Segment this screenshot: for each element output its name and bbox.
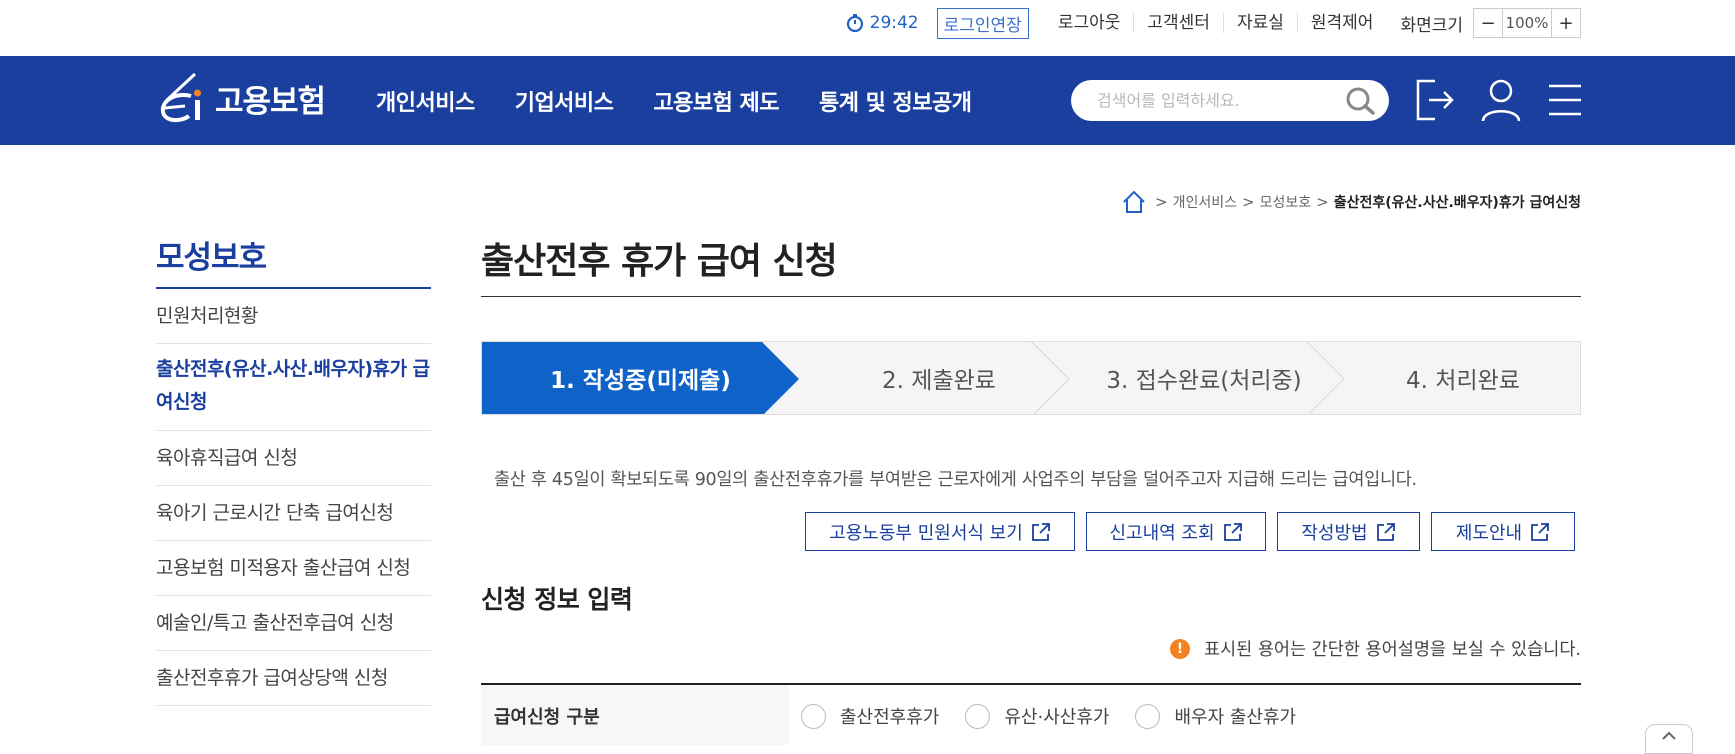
remote-control-link[interactable]: 원격제어 <box>1296 13 1387 33</box>
zoom-value: 100% <box>1502 9 1552 37</box>
chevron-up-icon <box>1662 731 1676 740</box>
hamburger-menu-icon[interactable] <box>1547 83 1583 117</box>
zoom-control: − 100% + <box>1473 8 1581 38</box>
external-link-icon <box>1031 522 1050 541</box>
ei-logo-icon <box>160 72 201 123</box>
sidebar-item-equivalent-benefit[interactable]: 출산전후휴가 급여상당액 신청 <box>156 651 431 706</box>
progress-steps: 1. 작성중(미제출) 2. 제출완료 3. 접수완료(처리중) 4. 처리완료 <box>481 341 1581 415</box>
utility-bar: 29:42 로그인연장 로그아웃 고객센터 자료실 원격제어 화면크기 − 10… <box>0 0 1735 56</box>
search-input[interactable] <box>1097 91 1337 110</box>
home-icon[interactable] <box>1122 190 1146 214</box>
sidebar-item-complaint-status[interactable]: 민원처리현황 <box>156 289 431 344</box>
radio-label: 출산전후휴가 <box>840 707 940 728</box>
radio-label: 배우자 출산휴가 <box>1174 707 1297 728</box>
benefit-type-label: 급여신청 구분 <box>481 685 789 745</box>
benefit-description: 출산 후 45일이 확보되도록 90일의 출산전후휴가를 부여받은 근로자에게 … <box>494 470 1417 490</box>
sidebar-item-parental-leave[interactable]: 육아휴직급여 신청 <box>156 431 431 486</box>
scroll-top-button[interactable] <box>1645 724 1693 754</box>
breadcrumb-current: 출산전후(유산.사산.배우자)휴가 급여신청 <box>1333 195 1581 211</box>
archive-link[interactable]: 자료실 <box>1222 13 1297 33</box>
system-guide-label: 제도안내 <box>1455 522 1523 544</box>
term-notice: ! 표시된 용어는 간단한 용어설명을 보실 수 있습니다. <box>1169 636 1581 661</box>
logout-link[interactable]: 로그아웃 <box>1045 13 1134 33</box>
sidebar-item-artist-maternity[interactable]: 예술인/특고 출산전후급여 신청 <box>156 596 431 651</box>
utility-links: 29:42 로그인연장 로그아웃 고객센터 자료실 원격제어 화면크기 − 10… <box>846 7 1581 39</box>
writing-guide-button[interactable]: 작성방법 <box>1277 512 1420 551</box>
benefit-type-radio-group: 출산전후휴가 유산·사산휴가 배우자 출산휴가 <box>801 703 1322 729</box>
external-link-icon <box>1223 522 1242 541</box>
zoom-out-button[interactable]: − <box>1474 9 1502 37</box>
writing-guide-label: 작성방법 <box>1301 522 1368 544</box>
report-history-label: 신고내역 조회 <box>1109 522 1215 544</box>
radio-button[interactable] <box>1135 703 1161 729</box>
radio-label: 유산·사산휴가 <box>1004 707 1110 728</box>
menu-business-services[interactable]: 기업서비스 <box>515 85 614 117</box>
step-3-received: 3. 접수완료(처리중) <box>1106 368 1302 394</box>
zoom-label: 화면크기 <box>1400 15 1463 36</box>
breadcrumb-separator: > <box>1242 193 1255 211</box>
radio-button[interactable] <box>801 703 826 729</box>
sidebar-item-uninsured-maternity[interactable]: 고용보험 미적용자 출산급여 신청 <box>156 541 431 596</box>
main-content: 출산전후 휴가 급여 신청 <box>481 232 1581 297</box>
report-history-button[interactable]: 신고내역 조회 <box>1086 512 1266 551</box>
customer-center-link[interactable]: 고객센터 <box>1133 13 1223 33</box>
extend-login-button[interactable]: 로그인연장 <box>936 7 1029 39</box>
system-guide-button[interactable]: 제도안내 <box>1431 512 1575 551</box>
main-navbar: 고용보험 개인서비스 기업서비스 고용보험 제도 통계 및 정보공개 <box>0 56 1735 145</box>
page-title: 출산전후 휴가 급여 신청 <box>481 232 1581 297</box>
external-link-icon <box>1531 522 1550 541</box>
view-form-label: 고용노동부 민원서식 보기 <box>829 522 1023 544</box>
sidebar-item-reduced-hours[interactable]: 육아기 근로시간 단축 급여신청 <box>156 486 431 541</box>
breadcrumb-separator: > <box>1155 193 1168 211</box>
application-form: 급여신청 구분 출산전후휴가 유산·사산휴가 배우자 출산휴가 <box>481 683 1581 745</box>
step-2-submitted: 2. 제출완료 <box>882 368 996 394</box>
step-1-drafting: 1. 작성중(미제출) <box>550 368 731 394</box>
menu-insurance-system[interactable]: 고용보험 제도 <box>653 85 779 117</box>
sidebar: 모성보호 민원처리현황 출산전후(유산.사산.배우자)휴가 급여신청 육아휴직급… <box>156 232 431 706</box>
breadcrumb-separator: > <box>1316 193 1329 211</box>
external-link-icon <box>1376 522 1395 541</box>
breadcrumb: > 개인서비스 > 모성보호 > 출산전후(유산.사산.배우자)휴가 급여신청 <box>1122 190 1581 214</box>
breadcrumb-personal-services[interactable]: 개인서비스 <box>1173 192 1237 212</box>
user-icon[interactable] <box>1481 78 1521 122</box>
step-4-completed: 4. 처리완료 <box>1406 368 1520 394</box>
menu-statistics[interactable]: 통계 및 정보공개 <box>819 85 972 117</box>
breadcrumb-maternity[interactable]: 모성보호 <box>1260 192 1312 212</box>
menu-personal-services[interactable]: 개인서비스 <box>376 85 475 117</box>
main-menu: 개인서비스 기업서비스 고용보험 제도 통계 및 정보공개 <box>376 56 1012 145</box>
radio-maternity-leave[interactable]: 출산전후휴가 <box>801 703 939 729</box>
sidebar-title: 모성보호 <box>156 232 431 289</box>
zoom-in-button[interactable]: + <box>1552 9 1580 37</box>
alert-icon: ! <box>1169 638 1190 659</box>
section-title: 신청 정보 입력 <box>481 585 633 614</box>
view-form-button[interactable]: 고용노동부 민원서식 보기 <box>805 512 1075 551</box>
search-box <box>1071 80 1389 121</box>
notice-text: 표시된 용어는 간단한 용어설명을 보실 수 있습니다. <box>1203 640 1581 660</box>
sidebar-item-maternity-leave-benefit[interactable]: 출산전후(유산.사산.배우자)휴가 급여신청 <box>156 344 431 431</box>
site-logo[interactable]: 고용보험 <box>155 70 326 126</box>
radio-spouse-leave[interactable]: 배우자 출산휴가 <box>1135 703 1296 729</box>
session-timer: 29:42 <box>846 13 919 33</box>
logout-icon[interactable] <box>1415 78 1455 122</box>
radio-button[interactable] <box>965 703 991 729</box>
stopwatch-icon <box>846 14 863 33</box>
logo-text: 고용보험 <box>215 83 326 120</box>
search-icon[interactable] <box>1345 86 1377 116</box>
radio-miscarriage-leave[interactable]: 유산·사산휴가 <box>965 703 1109 729</box>
timer-value: 29:42 <box>869 13 919 33</box>
